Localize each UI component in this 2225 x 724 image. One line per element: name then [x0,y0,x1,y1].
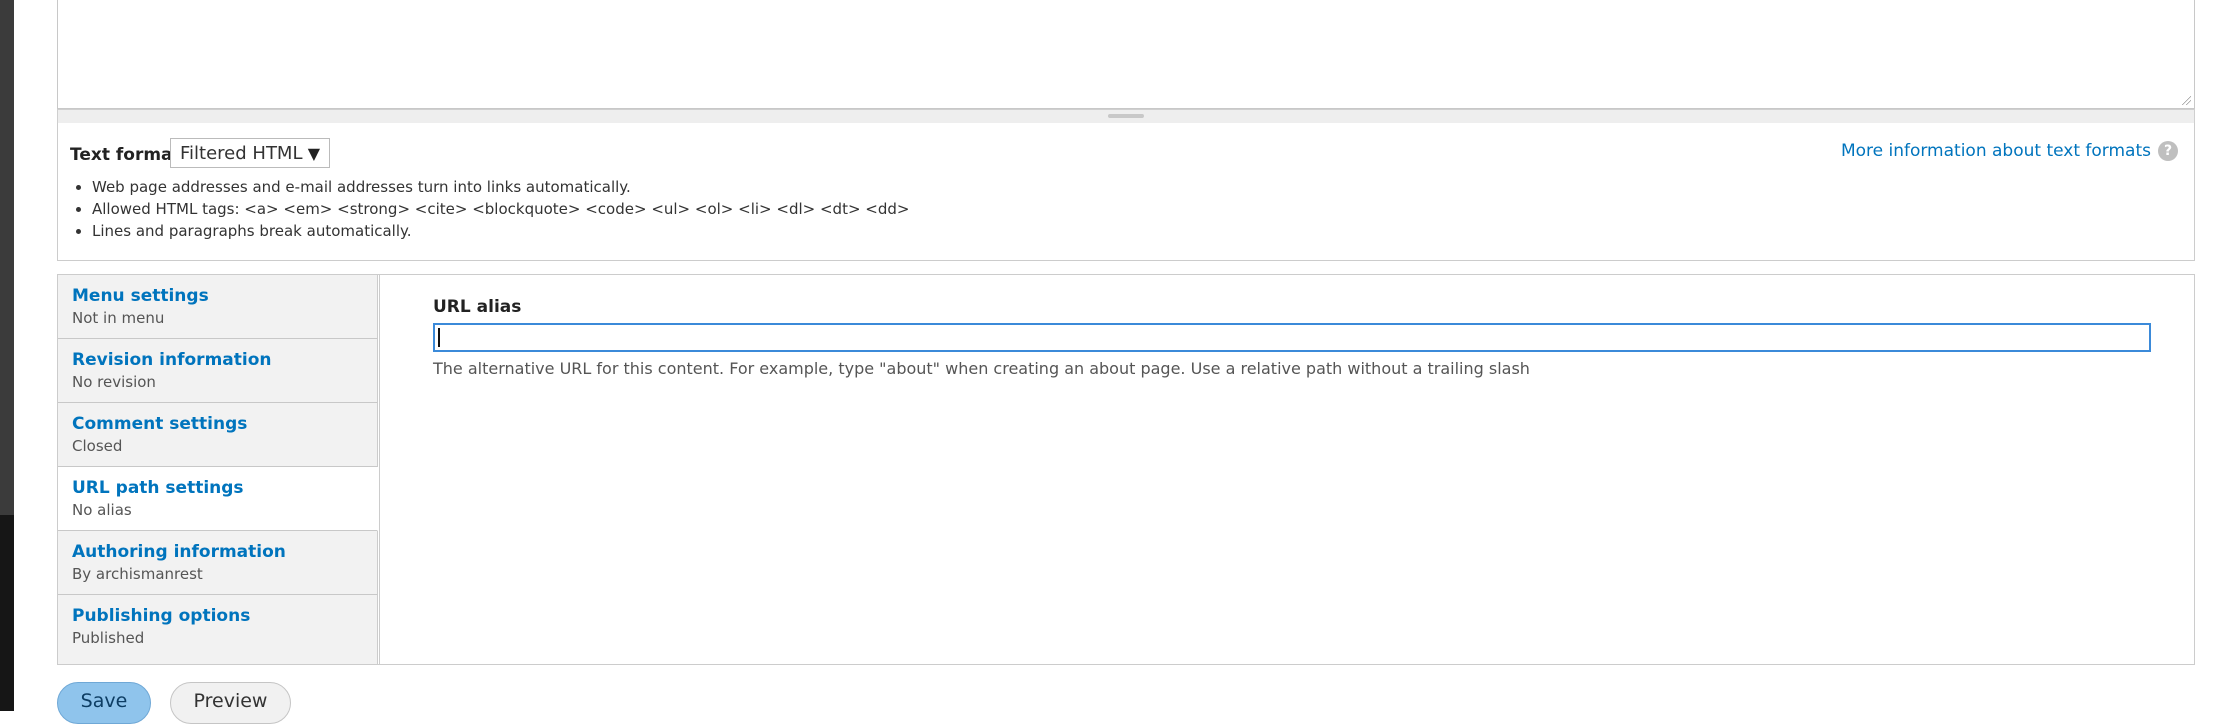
url-alias-description: The alternative URL for this content. Fo… [433,359,1530,378]
vtab-comment-settings[interactable]: Comment settings Closed [58,403,378,467]
vtab-summary: Not in menu [72,309,165,327]
filter-tips: Web page addresses and e-mail addresses … [70,176,909,242]
text-format-help-text: More information about text formats [1840,141,2151,161]
vertical-tabs: Menu settings Not in menu Revision infor… [57,274,2195,665]
vtab-summary: Closed [72,437,123,455]
vtab-menu-settings[interactable]: Menu settings Not in menu [58,275,378,339]
text-format-select[interactable]: Filtered HTML ▼ [170,138,330,168]
text-format-wrapper: Text format Filtered HTML ▼ More informa… [57,123,2195,261]
filter-tip: Web page addresses and e-mail addresses … [92,176,909,198]
filter-tip: Allowed HTML tags: <a> <em> <strong> <ci… [92,198,909,220]
vtab-title[interactable]: Comment settings [72,414,247,434]
vtab-summary: By archismanrest [72,565,203,583]
save-button[interactable]: Save [57,682,151,724]
vtab-title[interactable]: Revision information [72,350,271,370]
url-alias-label: URL alias [433,297,522,317]
vtab-title[interactable]: Menu settings [72,286,209,306]
vtab-title[interactable]: Authoring information [72,542,286,562]
vtab-publishing-options[interactable]: Publishing options Published [58,595,378,664]
vtab-summary: Published [72,629,145,647]
text-format-help-link[interactable]: More information about text formats ? [1841,141,2178,161]
text-format-label: Text format [70,145,181,165]
body-textarea[interactable] [57,0,2195,109]
filter-tip: Lines and paragraphs break automatically… [92,220,909,242]
vtab-authoring-information[interactable]: Authoring information By archismanrest [58,531,378,595]
grippie-handle-icon [1108,114,1144,118]
dropdown-arrow-icon: ▼ [307,143,320,163]
text-format-selected: Filtered HTML [180,142,303,164]
vtab-summary: No alias [72,501,132,519]
vtab-title[interactable]: Publishing options [72,606,250,626]
vtab-summary: No revision [72,373,156,391]
url-alias-input[interactable] [433,323,2151,352]
vtab-url-path-settings[interactable]: URL path settings No alias [58,467,378,531]
textarea-grippie[interactable] [57,109,2195,124]
vtab-title[interactable]: URL path settings [72,478,244,498]
text-caret [438,328,440,347]
resize-grip-icon[interactable] [2181,95,2191,105]
left-edge-strip [0,0,14,711]
vtab-revision-information[interactable]: Revision information No revision [58,339,378,403]
vertical-tabs-menu: Menu settings Not in menu Revision infor… [58,275,379,664]
url-path-settings-pane: URL alias The alternative URL for this c… [379,275,2194,664]
preview-button[interactable]: Preview [170,682,291,724]
help-icon: ? [2158,141,2178,161]
